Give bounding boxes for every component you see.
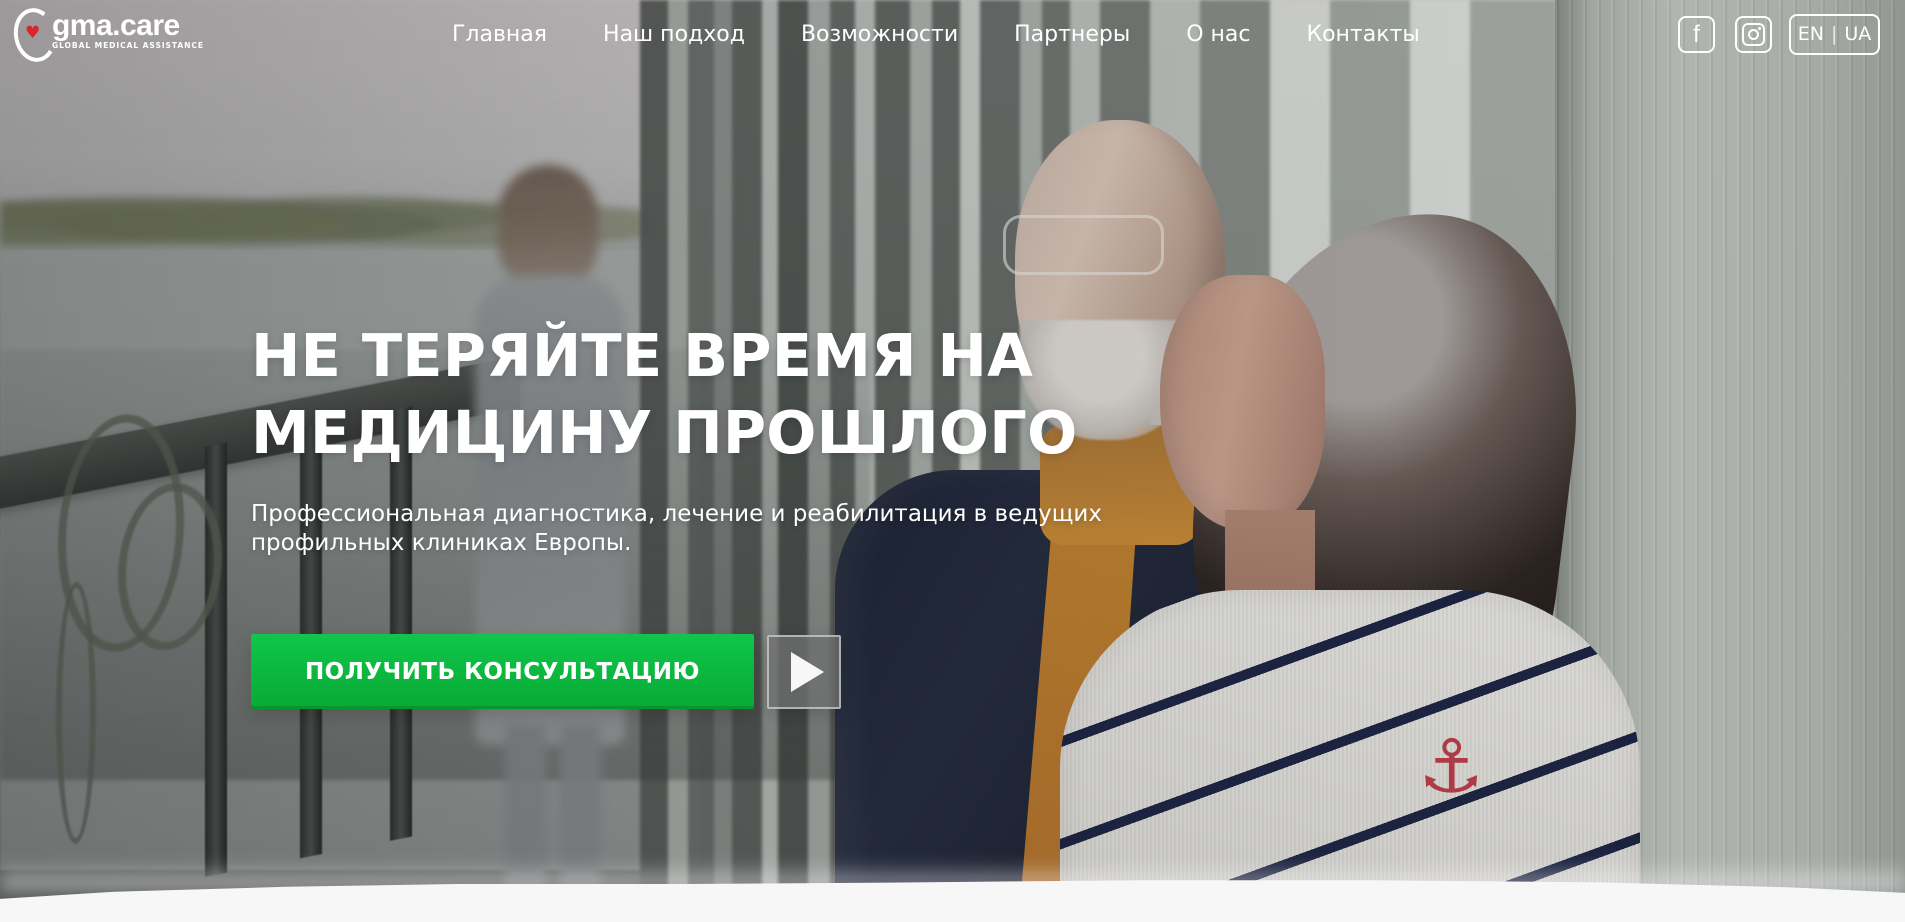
language-en-link[interactable]: EN: [1798, 25, 1824, 44]
brand-tagline: GLOBAL MEDICAL ASSISTANCE: [51, 41, 204, 50]
hero-actions: ПОЛУЧИТЬ КОНСУЛЬТАЦИЮ: [251, 634, 1151, 709]
nav-home-link[interactable]: Главная: [452, 21, 547, 49]
language-separator: |: [1830, 23, 1838, 45]
instagram-icon: [1742, 23, 1765, 46]
nav-capabilities-link[interactable]: Возможности: [801, 21, 958, 49]
hero-subtitle: Профессиональная диагностика, лечение и …: [251, 501, 1102, 556]
nav-partners-link[interactable]: Партнеры: [1014, 21, 1130, 49]
brand-texts: gma.care GLOBAL MEDICAL ASSISTANCE: [52, 8, 204, 51]
heart-ring-icon: ♥: [9, 4, 61, 66]
hero-section: ⚓ ♥ gma.care GLOBAL MEDICAL ASSISTANCE Г…: [0, 0, 1905, 922]
facebook-icon: f: [1693, 20, 1700, 48]
heart-icon: ♥: [25, 23, 41, 43]
hero-title: НЕ ТЕРЯЙТЕ ВРЕМЯ НА МЕДИЦИНУ ПРОШЛОГО: [251, 321, 1078, 467]
facebook-button[interactable]: f: [1678, 16, 1715, 53]
nav-about-link[interactable]: О нас: [1186, 21, 1250, 49]
hero-content: НЕ ТЕРЯЙТЕ ВРЕМЯ НА МЕДИЦИНУ ПРОШЛОГО Пр…: [251, 317, 1151, 709]
play-icon: [791, 651, 824, 692]
language-ua-link[interactable]: UA: [1844, 25, 1871, 44]
instagram-button[interactable]: [1735, 16, 1772, 53]
nav-approach-link[interactable]: Наш подход: [603, 21, 745, 49]
get-consultation-button[interactable]: ПОЛУЧИТЬ КОНСУЛЬТАЦИЮ: [251, 634, 754, 709]
brand-name: gma.care: [51, 9, 180, 42]
main-navigation: Главная Наш подход Возможности Партнеры …: [452, 21, 1420, 49]
play-video-button[interactable]: [767, 634, 841, 709]
social-and-language-controls: f EN | UA: [1678, 14, 1880, 55]
top-navigation: ♥ gma.care GLOBAL MEDICAL ASSISTANCE Гла…: [0, 0, 1905, 72]
brand-logo-link[interactable]: ♥ gma.care GLOBAL MEDICAL ASSISTANCE: [9, 4, 204, 66]
language-switcher: EN | UA: [1789, 14, 1880, 55]
nav-contacts-link[interactable]: Контакты: [1306, 21, 1419, 49]
